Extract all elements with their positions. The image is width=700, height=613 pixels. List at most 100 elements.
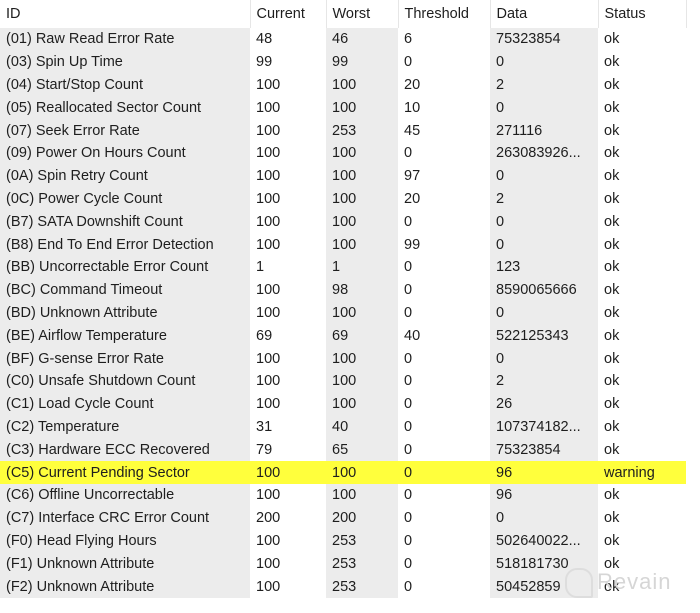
table-row[interactable]: (BB) Uncorrectable Error Count 1 1 0 123 ok — [0, 255, 686, 279]
cell-worst: 100 — [326, 483, 398, 507]
column-header-id[interactable]: ID — [0, 0, 251, 28]
cell-current: 100 — [256, 145, 281, 162]
table-row[interactable]: (04) Start/Stop Count 100 100 20 2 ok — [0, 73, 686, 97]
cell-id: (B7) SATA Downshift Count — [0, 210, 250, 234]
cell-status: ok — [604, 532, 620, 549]
cell-status: ok — [604, 122, 620, 139]
cell-id: (B8) End To End Error Detection — [0, 233, 250, 256]
table-row[interactable]: (C1) Load Cycle Count 100 100 0 26 ok — [0, 392, 686, 416]
cell-status: ok — [604, 396, 620, 413]
cell-data: 271116 — [490, 119, 598, 142]
table-row[interactable]: (F0) Head Flying Hours 100 253 0 502640022..… — [0, 529, 686, 553]
table-row[interactable]: (C5) Current Pending Sector 100 100 0 96 warn… — [0, 461, 686, 484]
column-header-status[interactable]: Status — [598, 0, 687, 28]
table-row[interactable]: (01) Raw Read Error Rate 48 46 6 75323854 ok — [0, 28, 686, 51]
cell-threshold: 0 — [404, 418, 413, 435]
table-row[interactable]: (C6) Offline Uncorrectable 100 100 0 96 ok — [0, 483, 686, 507]
cell-current: 69 — [256, 327, 273, 344]
cell-threshold: 0 — [404, 441, 413, 458]
cell-status: ok — [604, 282, 620, 299]
cell-current: 100 — [256, 396, 281, 413]
cell-threshold: 40 — [404, 327, 421, 344]
cell-data: 123 — [490, 255, 598, 279]
cell-id: (C0) Unsafe Shutdown Count — [0, 369, 250, 393]
cell-threshold: 20 — [404, 76, 421, 93]
cell-data: 0 — [490, 506, 598, 530]
table-row[interactable]: (C3) Hardware ECC Recovered 79 65 0 75323854… — [0, 438, 686, 462]
table-row[interactable]: (BF) G-sense Error Rate 100 100 0 0 ok — [0, 347, 686, 370]
cell-current: 100 — [256, 190, 281, 207]
cell-status: ok — [604, 190, 620, 207]
cell-worst: 1 — [326, 255, 398, 279]
cell-current: 100 — [256, 487, 281, 504]
cell-worst: 40 — [326, 415, 398, 439]
cell-data: 75323854 — [490, 28, 598, 51]
table-row[interactable]: (C0) Unsafe Shutdown Count 100 100 0 2 ok — [0, 369, 686, 393]
cell-worst: 253 — [326, 119, 398, 142]
cell-worst: 253 — [326, 529, 398, 553]
cell-data: 502640022... — [490, 529, 598, 553]
cell-id: (0A) Spin Retry Count — [0, 164, 250, 188]
cell-data: 522125343 — [490, 324, 598, 348]
cell-status: ok — [604, 510, 620, 527]
cell-data: 96 — [490, 483, 598, 507]
cell-worst: 100 — [326, 392, 398, 416]
column-header-worst[interactable]: Worst — [326, 0, 399, 28]
table-row[interactable]: (03) Spin Up Time 99 99 0 0 ok — [0, 50, 686, 74]
cell-current: 100 — [256, 282, 281, 299]
cell-threshold: 0 — [404, 578, 413, 595]
cell-worst: 100 — [326, 347, 398, 370]
cell-threshold: 0 — [404, 145, 413, 162]
cell-threshold: 45 — [404, 122, 421, 139]
table-row[interactable]: (BD) Unknown Attribute 100 100 0 0 ok — [0, 301, 686, 325]
cell-id: (0C) Power Cycle Count — [0, 187, 250, 211]
cell-worst: 100 — [326, 96, 398, 120]
cell-data: 2 — [490, 187, 598, 211]
cell-data: 0 — [490, 233, 598, 256]
cell-id: (04) Start/Stop Count — [0, 73, 250, 97]
cell-threshold: 0 — [404, 350, 413, 367]
column-header-current[interactable]: Current — [250, 0, 327, 28]
cell-current: 99 — [256, 54, 273, 71]
cell-current: 100 — [256, 213, 281, 230]
cell-current: 100 — [256, 373, 281, 390]
cell-status: ok — [604, 54, 620, 71]
cell-data: 0 — [490, 96, 598, 120]
cell-current: 100 — [256, 236, 281, 253]
cell-id: (BF) G-sense Error Rate — [0, 347, 250, 370]
cell-status: ok — [604, 327, 620, 344]
cell-id: (C1) Load Cycle Count — [0, 392, 250, 416]
cell-current: 100 — [256, 168, 281, 185]
table-row[interactable]: (B7) SATA Downshift Count 100 100 0 0 ok — [0, 210, 686, 234]
table-row[interactable]: (05) Reallocated Sector Count 100 100 10 0 ok — [0, 96, 686, 120]
table-row[interactable]: (BE) Airflow Temperature 69 69 40 522125343 o… — [0, 324, 686, 348]
table-row[interactable]: (BC) Command Timeout 100 98 0 8590065666 ok — [0, 278, 686, 302]
cell-worst: 98 — [326, 278, 398, 302]
cell-current: 1 — [256, 259, 265, 276]
cell-data: 0 — [490, 210, 598, 234]
table-row[interactable]: (0A) Spin Retry Count 100 100 97 0 ok — [0, 164, 686, 188]
cell-current: 100 — [256, 304, 281, 321]
cell-worst: 69 — [326, 324, 398, 348]
table-row[interactable]: (C7) Interface CRC Error Count 200 200 0 0 ok — [0, 506, 686, 530]
cell-worst: 100 — [326, 187, 398, 211]
table-row[interactable]: (B8) End To End Error Detection 100 100 99 0… — [0, 233, 686, 256]
cell-data: 0 — [490, 301, 598, 325]
cell-id: (C6) Offline Uncorrectable — [0, 483, 250, 507]
cell-id: (F2) Unknown Attribute — [0, 575, 250, 598]
table-row[interactable]: (09) Power On Hours Count 100 100 0 26308392… — [0, 141, 686, 165]
table-row[interactable]: (C2) Temperature 31 40 0 107374182... ok — [0, 415, 686, 439]
cell-worst: 100 — [326, 73, 398, 97]
cell-id: (BE) Airflow Temperature — [0, 324, 250, 348]
column-header-data[interactable]: Data — [490, 0, 599, 28]
cell-status: ok — [604, 236, 620, 253]
cell-current: 31 — [256, 418, 273, 435]
cell-data: 2 — [490, 73, 598, 97]
cell-id: (F0) Head Flying Hours — [0, 529, 250, 553]
column-header-threshold[interactable]: Threshold — [398, 0, 491, 28]
cell-id: (F1) Unknown Attribute — [0, 552, 250, 576]
cell-current: 100 — [256, 532, 281, 549]
cell-id: (C2) Temperature — [0, 415, 250, 439]
table-row[interactable]: (0C) Power Cycle Count 100 100 20 2 ok — [0, 187, 686, 211]
table-row[interactable]: (07) Seek Error Rate 100 253 45 271116 ok — [0, 119, 686, 142]
